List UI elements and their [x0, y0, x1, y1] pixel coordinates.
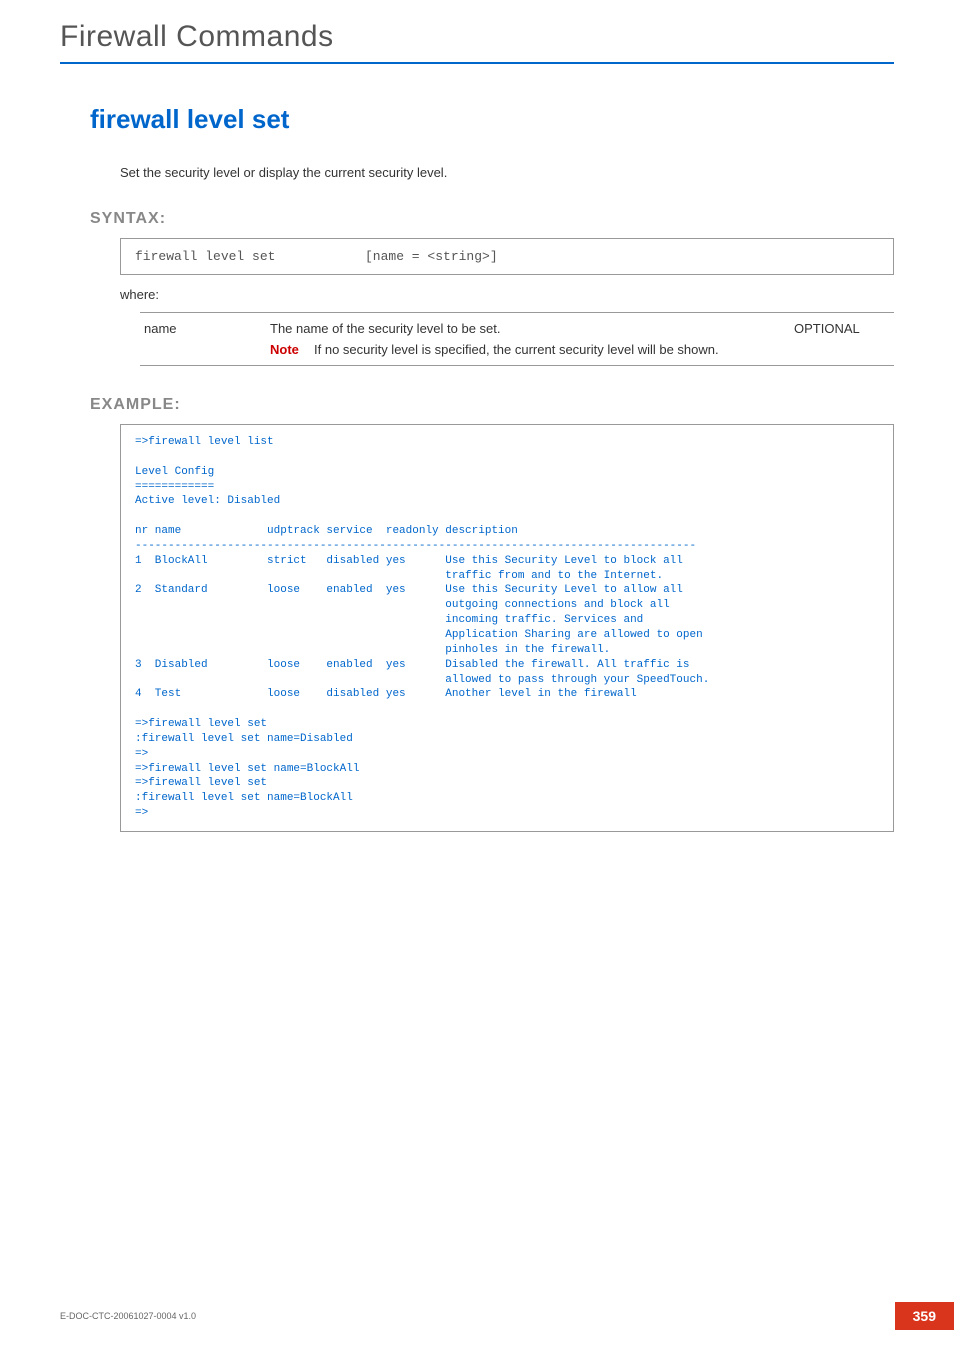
syntax-args: [name = <string>]: [365, 249, 498, 264]
syntax-cmd: firewall level set: [135, 249, 365, 264]
chapter-rule: [60, 62, 894, 64]
note-text: If no security level is specified, the c…: [314, 342, 794, 357]
example-box: =>firewall level list Level Config =====…: [120, 424, 894, 832]
footer: E-DOC-CTC-20061027-0004 v1.0 359: [60, 1302, 954, 1330]
table-row: name The name of the security level to b…: [140, 312, 894, 366]
param-desc: The name of the security level to be set…: [270, 321, 794, 357]
params-table: name The name of the security level to b…: [140, 312, 894, 366]
param-note: Note If no security level is specified, …: [270, 342, 794, 357]
chapter-title: Firewall Commands: [60, 20, 894, 54]
syntax-label: SYNTAX:: [90, 210, 894, 228]
command-description: Set the security level or display the cu…: [120, 165, 894, 180]
note-label: Note: [270, 342, 314, 357]
page-number: 359: [895, 1302, 954, 1330]
param-desc-text: The name of the security level to be set…: [270, 321, 501, 336]
param-optional: OPTIONAL: [794, 321, 894, 357]
command-title: firewall level set: [90, 104, 894, 135]
doc-id: E-DOC-CTC-20061027-0004 v1.0: [60, 1311, 196, 1321]
where-label: where:: [120, 287, 894, 302]
example-label: EXAMPLE:: [90, 396, 894, 414]
param-name: name: [140, 321, 270, 357]
syntax-box: firewall level set [name = <string>]: [120, 238, 894, 275]
